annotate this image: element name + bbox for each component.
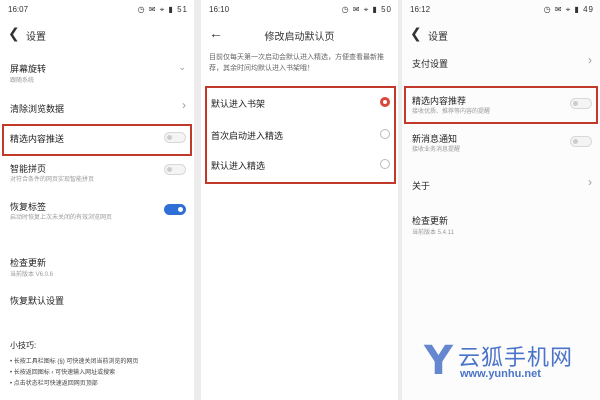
chevron-down-icon: ⌄: [178, 62, 186, 72]
settings-screen-1: 16:07 ◷ ✉ ⌖ ▮ 51 ❮ 设置 屏幕旋转 跟随系统 ⌄ 清除浏览数据…: [0, 0, 194, 400]
setting-about[interactable]: 关于 ›: [402, 175, 600, 194]
highlight-box: [205, 86, 396, 184]
setting-sub: 接收业务消息提醒: [412, 147, 461, 153]
highlight-box: [404, 86, 598, 124]
message-notify-toggle[interactable]: [570, 136, 592, 147]
watermark-url: www.yunhu.net: [460, 368, 541, 380]
setting-label: 支付设置: [412, 59, 449, 69]
chevron-right-icon: ›: [182, 98, 186, 112]
page-title: 设置: [26, 32, 46, 43]
startup-description: 目前仅每天第一次启动会默认进入精选，方便查看最新推荐，其余时间均默认进入书架哦！: [209, 54, 384, 72]
highlight-box: [2, 124, 192, 156]
setting-restore-defaults[interactable]: 恢复默认设置: [0, 292, 194, 310]
status-bar: 16:12 ◷ ✉ ⌖ ▮ 49: [402, 0, 600, 20]
smart-page-toggle[interactable]: [164, 164, 186, 175]
page-header: ❮ 设置: [402, 22, 600, 48]
back-arrow-icon[interactable]: ❮: [8, 25, 20, 42]
setting-smart-page-join[interactable]: 智能拼页 对符合条件的网页实现智能拼页: [0, 160, 194, 186]
chevron-right-icon: ›: [588, 53, 592, 67]
setting-sub: 启动时恢复上次未关闭的有效浏览网页: [10, 215, 113, 221]
setting-screen-rotation[interactable]: 屏幕旋转 跟随系统 ⌄: [0, 60, 194, 90]
status-time: 16:12: [410, 5, 431, 14]
page-title: 设置: [428, 32, 448, 43]
setting-label: 清除浏览数据: [10, 104, 65, 114]
watermark-logo-icon: Y: [424, 338, 453, 384]
setting-payment[interactable]: 支付设置 ›: [402, 53, 600, 72]
page-header: ❮ 设置: [0, 22, 194, 48]
tip-line: • 点击状态栏可快速返回网页顶部: [10, 381, 98, 387]
site-watermark: Y 云狐手机网 www.yunhu.net: [424, 336, 596, 388]
status-time: 16:10: [209, 5, 230, 14]
setting-restore-tabs[interactable]: 恢复标签 启动时恢复上次未关闭的有效浏览网页: [0, 198, 194, 226]
status-bar: 16:07 ◷ ✉ ⌖ ▮ 51: [0, 0, 194, 20]
tips-title: 小技巧:: [10, 341, 37, 350]
status-icons: ◷ ✉ ⌖ ▮ 51: [137, 5, 188, 14]
page-header: ← 修改启动默认页: [201, 22, 398, 48]
chevron-right-icon: ›: [588, 175, 592, 189]
setting-label: 检查更新: [10, 258, 47, 268]
page-title: 修改启动默认页: [264, 32, 335, 43]
setting-label: 屏幕旋转: [10, 64, 47, 74]
setting-sub: 跟随系统: [10, 78, 35, 84]
setting-check-update[interactable]: 检查更新 当前版本 V6.0.6: [0, 254, 194, 280]
tip-line: • 长按返回图标 ‹ 可快速输入网址或搜索: [10, 370, 116, 376]
setting-label: 关于: [412, 181, 431, 191]
startup-page-screen: 16:10 ◷ ✉ ⌖ ▮ 50 ← 修改启动默认页 目前仅每天第一次启动会默认…: [201, 0, 398, 400]
tip-line: • 长按工具栏图标 (§) 可快速关闭当前浏览的网页: [10, 359, 139, 365]
setting-check-update[interactable]: 检查更新 当前版本 5.4.11: [402, 212, 600, 238]
setting-sub: 当前版本 5.4.11: [412, 230, 454, 236]
setting-sub: 当前版本 V6.0.6: [10, 272, 54, 278]
setting-label: 检查更新: [412, 216, 449, 226]
status-bar: 16:10 ◷ ✉ ⌖ ▮ 50: [201, 0, 398, 20]
setting-sub: 对符合条件的网页实现智能拼页: [10, 177, 95, 183]
back-arrow-icon[interactable]: ❮: [410, 25, 422, 42]
status-time: 16:07: [8, 5, 29, 14]
panel-divider: [194, 0, 201, 400]
tips-section: 小技巧: • 长按工具栏图标 (§) 可快速关闭当前浏览的网页 • 长按返回图标…: [0, 340, 194, 396]
setting-label: 恢复默认设置: [10, 296, 65, 306]
setting-new-message-notify[interactable]: 新消息通知 接收业务消息提醒: [402, 130, 600, 156]
setting-clear-browsing-data[interactable]: 清除浏览数据 ›: [0, 98, 194, 118]
restore-tabs-toggle[interactable]: [164, 204, 186, 215]
status-icons: ◷ ✉ ⌖ ▮ 49: [543, 5, 594, 14]
status-icons: ◷ ✉ ⌖ ▮ 50: [341, 5, 392, 14]
